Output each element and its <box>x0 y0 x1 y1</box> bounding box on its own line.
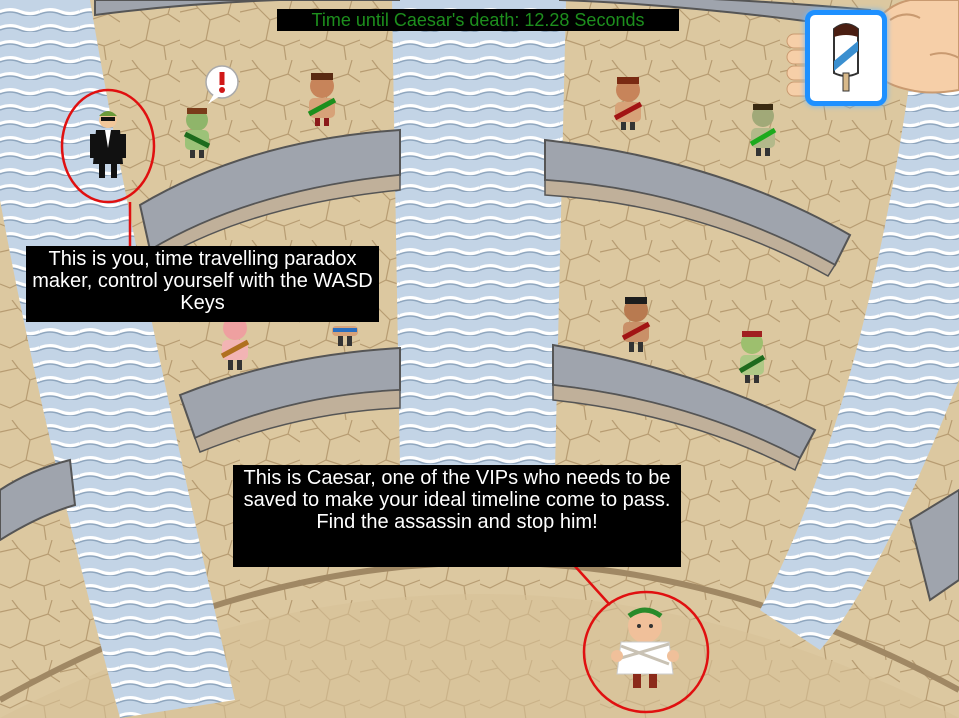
player-tutorial-caption: This is you, time travelling paradox mak… <box>26 246 379 322</box>
popsicle-icon <box>833 23 859 92</box>
colosseum-scene <box>0 0 959 718</box>
caesar-tutorial-caption: This is Caesar, one of the VIPs who need… <box>233 465 681 567</box>
timer-display: Time until Caesar's death: 12.28 Seconds <box>277 9 679 31</box>
inventory-item-button[interactable] <box>805 10 887 106</box>
staircase-center <box>392 0 566 470</box>
